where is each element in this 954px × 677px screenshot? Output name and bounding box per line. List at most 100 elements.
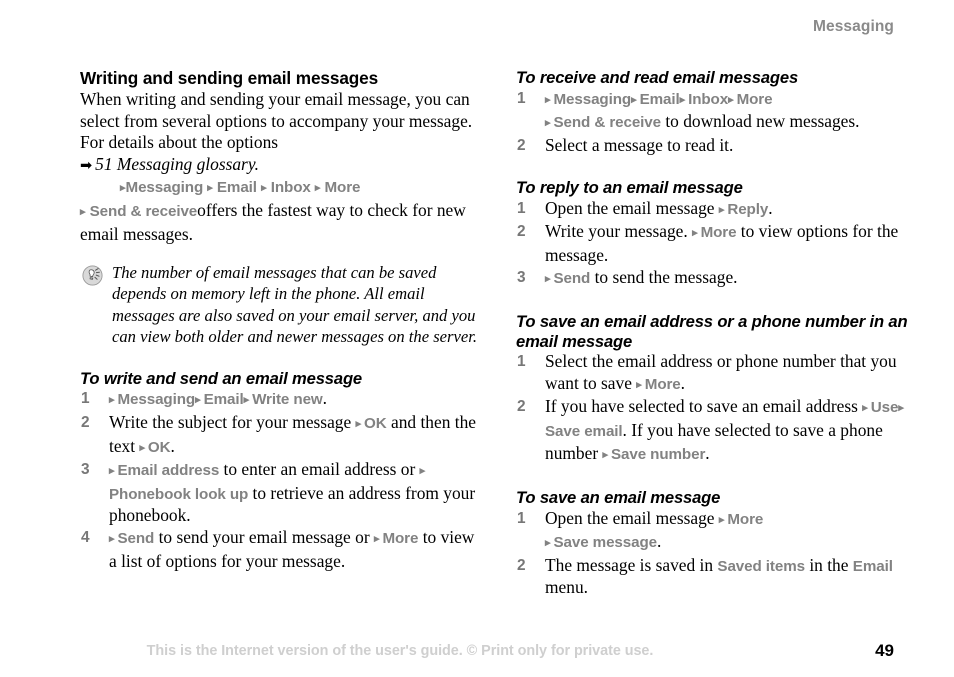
- step-text: Write the subject for your message: [109, 412, 356, 433]
- menu-item-ok[interactable]: OK: [364, 415, 387, 432]
- menu-item-saved-items[interactable]: Saved items: [717, 558, 805, 575]
- menu-item-inbox[interactable]: Inbox: [688, 91, 728, 108]
- intro-paragraph: When writing and sending your email mess…: [80, 89, 473, 153]
- menu-item-more[interactable]: More: [727, 511, 763, 528]
- menu-item-save-message[interactable]: Save message: [553, 534, 657, 551]
- menu-item-email[interactable]: Email: [217, 179, 257, 196]
- menu-item-email[interactable]: Email: [204, 391, 244, 408]
- procedure-step: 1 ▸ Messaging▸ Email▸ Write new.: [80, 388, 480, 412]
- procedure-title: To reply to an email message: [516, 178, 743, 198]
- menu-item-inbox[interactable]: Inbox: [271, 179, 311, 196]
- procedure-title: To save an email message: [516, 488, 721, 508]
- menu-item-send-receive[interactable]: Send & receive: [90, 203, 198, 220]
- procedure-step: 2 If you have selected to save an email a…: [516, 396, 916, 466]
- right-arrow-icon: ➡: [80, 157, 93, 174]
- procedure-step: 2 The message is saved in Saved items in …: [516, 555, 916, 599]
- step-number: 1: [81, 390, 90, 408]
- send-receive-line: ▸ Send & receiveoffers the fastest way t…: [80, 200, 480, 246]
- menu-item-messaging[interactable]: Messaging: [553, 91, 631, 108]
- menu-item-email[interactable]: Email: [640, 91, 680, 108]
- step-number: 2: [517, 398, 526, 416]
- step-number: 2: [81, 414, 90, 432]
- step-text: .: [768, 197, 773, 218]
- procedure-step: 3 ▸ Email address to enter an email addre…: [80, 459, 480, 527]
- menu-item-send[interactable]: Send: [553, 270, 590, 287]
- right-column: To receive and read email messages 1 ▸ Mes…: [516, 68, 916, 599]
- menu-arrow-icon: ▸: [195, 394, 201, 407]
- send-receive-arrow-icon: ▸: [80, 205, 86, 218]
- menu-item-send-receive[interactable]: Send & receive: [553, 114, 661, 131]
- path-arrow-4-icon: ▸: [314, 182, 321, 195]
- menu-item-ok[interactable]: OK: [148, 439, 171, 456]
- menu-item-more[interactable]: More: [645, 376, 681, 393]
- menu-arrow-icon: ▸: [862, 402, 868, 415]
- menu-item-use[interactable]: Use: [871, 399, 899, 416]
- menu-item-more[interactable]: More: [701, 224, 737, 241]
- step-number: 1: [517, 509, 526, 527]
- procedure-steps-write-send: 1 ▸ Messaging▸ Email▸ Write new. 2 Write th…: [80, 388, 480, 572]
- step-text: .: [657, 531, 662, 552]
- step-text: The message is saved in: [545, 554, 718, 575]
- step-line: Select the email address or phone number…: [545, 351, 916, 396]
- menu-item-save-number[interactable]: Save number: [611, 446, 705, 463]
- menu-item-write-new[interactable]: Write new: [252, 391, 323, 408]
- step-text: in the: [804, 554, 853, 575]
- step-text: Select a message to read it.: [545, 134, 734, 155]
- menu-arrow-icon: ▸: [419, 465, 426, 478]
- menu-item-more[interactable]: More: [325, 179, 361, 196]
- menu-arrow-icon: ▸: [679, 93, 686, 106]
- menu-item-messaging[interactable]: Messaging: [117, 391, 195, 408]
- step-text: .: [170, 435, 175, 456]
- path-arrow-2-icon: ▸: [207, 182, 213, 195]
- procedure-step: 1 Select the email address or phone numbe…: [516, 351, 916, 396]
- page-number: 49: [875, 641, 894, 660]
- procedure-step: 4 ▸ Send to send your email message or ▸ …: [80, 527, 480, 572]
- path-arrow-3-icon: ▸: [261, 182, 267, 195]
- menu-item-messaging[interactable]: Messaging: [126, 179, 204, 196]
- crossref-line: ➡ 51 Messaging glossary.: [80, 154, 480, 178]
- menu-item-save-email[interactable]: Save email: [545, 423, 623, 440]
- step-number: 3: [81, 461, 90, 479]
- menu-item-email-address[interactable]: Email address: [117, 462, 219, 479]
- menu-item-send[interactable]: Send: [117, 530, 154, 547]
- step-text: menu.: [545, 577, 588, 598]
- step-text: .: [322, 388, 327, 409]
- menu-item-more[interactable]: More: [737, 91, 773, 108]
- procedure-step: 2 Write the subject for your message ▸ OK…: [80, 412, 480, 459]
- step-number: 2: [517, 556, 526, 574]
- menu-item-phonebook-look-up[interactable]: Phonebook look up: [109, 486, 248, 503]
- crossref-link[interactable]: 51 Messaging glossary.: [95, 154, 259, 174]
- procedure-step: 3 ▸ Send to send the message.: [516, 267, 916, 291]
- note-text: The number of email messages that can be…: [112, 263, 477, 346]
- menu-item-email[interactable]: Email: [853, 558, 893, 575]
- menu-item-more[interactable]: More: [382, 530, 418, 547]
- procedure-steps: 1 Open the email message ▸ More ▸ Save mes…: [516, 508, 916, 599]
- menu-arrow-icon: ▸: [898, 402, 904, 415]
- step-number: 4: [81, 529, 90, 547]
- step-text: to send the message.: [590, 266, 738, 287]
- step-text: .: [705, 442, 710, 463]
- procedure-step: 1 Open the email message ▸ More ▸ Save mes…: [516, 508, 916, 555]
- step-text: to download new messages.: [661, 111, 860, 132]
- section-title: Writing and sending email messages: [80, 68, 379, 88]
- procedure-steps: 1 ▸ Messaging▸ Email▸ Inbox▸ More ▸ Send &…: [516, 88, 916, 157]
- step-line: Write your message. ▸ More to view optio…: [545, 221, 916, 266]
- step-line: Open the email message ▸ Reply.: [545, 198, 916, 222]
- menu-item-reply[interactable]: Reply: [727, 201, 768, 218]
- menu-arrow-icon: ▸: [636, 378, 642, 391]
- step-text: Open the email message: [545, 507, 719, 528]
- procedure-steps: 1 Select the email address or phone numbe…: [516, 351, 916, 466]
- menu-arrow-icon: ▸: [355, 418, 362, 431]
- step-line: The message is saved in Saved items in t…: [545, 555, 916, 599]
- step-text: If you have selected to save an email ad…: [545, 396, 863, 417]
- procedure-title-write-send: To write and send an email message: [80, 368, 363, 388]
- step-line: ▸ Save message.: [545, 531, 916, 555]
- procedure-title: To receive and read email messages: [516, 68, 799, 87]
- page-footer: This is the Internet version of the user…: [0, 641, 954, 665]
- menu-arrow-icon: ▸: [602, 448, 609, 461]
